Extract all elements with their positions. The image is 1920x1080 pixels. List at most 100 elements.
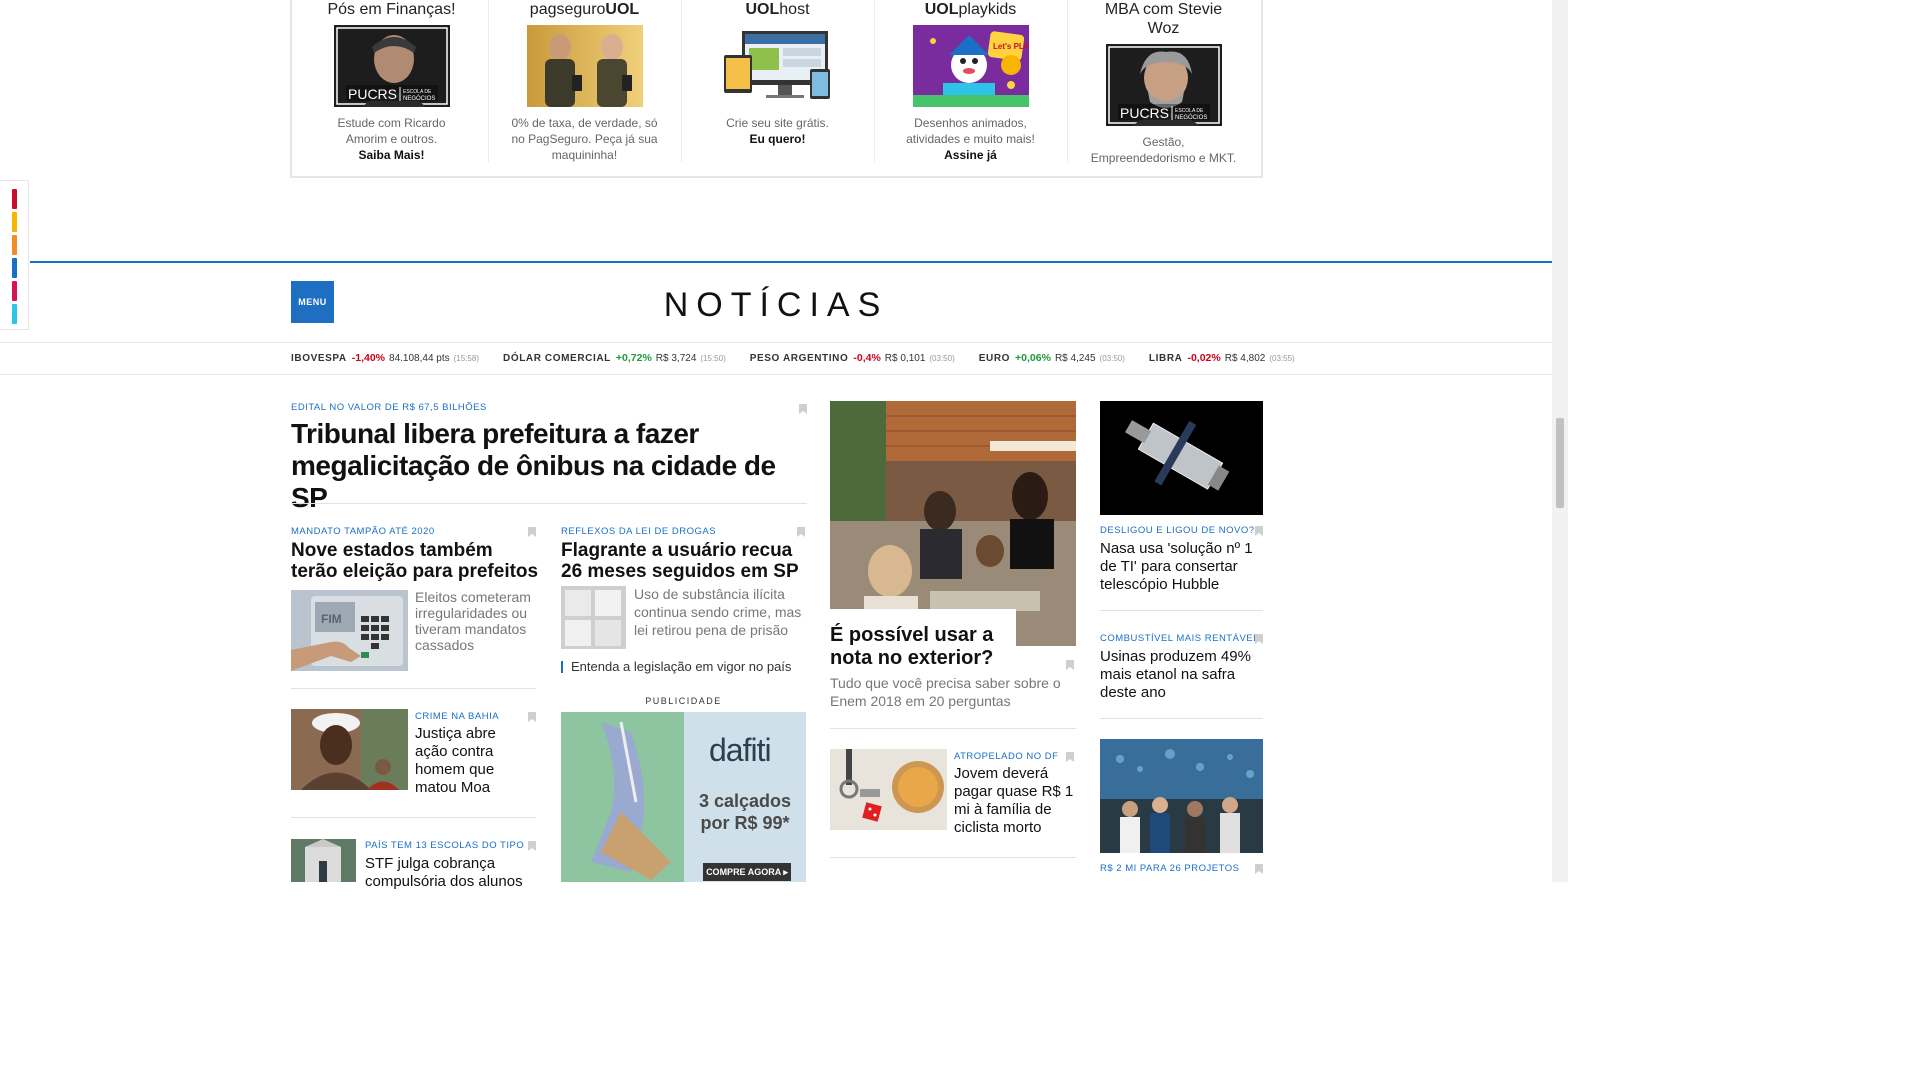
story-kicker[interactable]: PAÍS TEM 13 ESCOLAS DO TIPO bbox=[365, 840, 524, 851]
promo-title: UOLplaykids bbox=[924, 1, 1017, 18]
color-swatch[interactable] bbox=[12, 281, 17, 301]
story-summary[interactable]: Eleitos cometeram irregularidades ou tiv… bbox=[415, 589, 535, 653]
svg-text:PUCRS: PUCRS bbox=[1120, 105, 1169, 121]
promo-text: Desenhos animados, atividades e muito ma… bbox=[906, 116, 1035, 146]
color-swatch[interactable] bbox=[12, 189, 17, 209]
promo-image: PUCRS ESCOLA DE NEGÓCIOS bbox=[1105, 44, 1222, 126]
story-image[interactable]: FIM bbox=[291, 590, 408, 671]
divider bbox=[830, 857, 1076, 858]
ticker-item[interactable]: EURO +0,06% R$ 4,245 (03:50) bbox=[979, 352, 1125, 368]
story-image[interactable] bbox=[1100, 401, 1263, 515]
story-headline[interactable]: Nove estados também terão eleição para p… bbox=[291, 540, 541, 582]
color-swatch[interactable] bbox=[12, 212, 17, 232]
bookmark-icon[interactable] bbox=[528, 527, 536, 537]
bookmark-icon[interactable] bbox=[799, 404, 807, 414]
divider bbox=[1100, 718, 1263, 719]
main-headline[interactable]: Tribunal libera prefeitura a fazer megal… bbox=[291, 418, 816, 514]
bookmark-icon[interactable] bbox=[1255, 526, 1263, 536]
ticker-item[interactable]: IBOVESPA -1,40% 84.108,44 pts (15:58) bbox=[291, 352, 479, 368]
section-title[interactable]: NOTÍCIAS bbox=[600, 286, 952, 325]
promo-mba[interactable]: MBA com Stevie Woz PUCRS ESCOLA DE NEGÓC… bbox=[1067, 0, 1260, 165]
ticker-time: (03:55) bbox=[1269, 354, 1295, 363]
svg-text:NEGÓCIOS: NEGÓCIOS bbox=[1175, 114, 1207, 121]
promo-playkids[interactable]: UOLplaykids Let's PLAY Desenhos animados… bbox=[874, 0, 1067, 165]
promo-pagseguro[interactable]: pagseguroUOL 0% de taxa, de verdade, só … bbox=[488, 0, 681, 165]
related-marker bbox=[561, 661, 563, 673]
bookmark-icon[interactable] bbox=[1066, 660, 1074, 670]
story-summary[interactable]: Uso de substância ilícita continua sendo… bbox=[634, 585, 806, 639]
menu-button[interactable]: MENU bbox=[291, 281, 334, 323]
story-headline[interactable]: Usinas produzem 49% mais etanol na safra… bbox=[1100, 648, 1260, 702]
story-kicker[interactable]: EDITAL NO VALOR DE R$ 67,5 BILHÕES bbox=[291, 402, 487, 413]
promo-uolhost[interactable]: UOLhost Crie seu site grátis. Eu quero! bbox=[681, 0, 874, 165]
promo-title: Pós em Finanças! bbox=[327, 1, 456, 18]
divider bbox=[0, 342, 1552, 343]
story-image[interactable] bbox=[291, 839, 356, 882]
ticker-item[interactable]: DÓLAR COMERCIAL +0,72% R$ 3,724 (15:50) bbox=[503, 352, 726, 368]
bookmark-icon[interactable] bbox=[797, 527, 805, 537]
page-scrollbar[interactable] bbox=[1552, 0, 1568, 882]
ticker-name: DÓLAR COMERCIAL bbox=[503, 353, 611, 364]
bookmark-icon[interactable] bbox=[528, 712, 536, 722]
promo-image: PUCRS ESCOLA DE NEGÓCIOS bbox=[333, 25, 450, 107]
ad-cta-button[interactable]: COMPRE AGORA ▸ bbox=[703, 863, 791, 881]
story-kicker[interactable]: REFLEXOS DA LEI DE DROGAS bbox=[561, 526, 716, 537]
ticker-item[interactable]: PESO ARGENTINO -0,4% R$ 0,101 (03:50) bbox=[750, 352, 955, 368]
related-link[interactable]: Entenda a legislação em vigor no país bbox=[571, 659, 791, 674]
feature-summary[interactable]: Tudo que você precisa saber sobre o Enem… bbox=[830, 674, 1070, 710]
promo-cta[interactable]: Eu quero! bbox=[681, 131, 874, 147]
story-image[interactable] bbox=[561, 586, 626, 649]
story-headline[interactable]: Flagrante a usuário recua 26 meses segui… bbox=[561, 540, 811, 582]
ticker-time: (03:50) bbox=[929, 354, 955, 363]
bookmark-icon[interactable] bbox=[1255, 864, 1263, 874]
story-headline[interactable]: Jovem deverá pagar quase R$ 1 mi à famíl… bbox=[954, 765, 1074, 837]
divider bbox=[291, 688, 536, 689]
ticker-name: PESO ARGENTINO bbox=[749, 353, 849, 364]
story-image[interactable] bbox=[1100, 739, 1263, 853]
color-nav-bar bbox=[0, 180, 29, 330]
scrollbar-thumb[interactable] bbox=[1556, 418, 1564, 508]
color-swatch[interactable] bbox=[12, 235, 17, 255]
bookmark-icon[interactable] bbox=[528, 841, 536, 851]
section-divider bbox=[30, 261, 1552, 263]
ad-brand: dafiti bbox=[709, 732, 772, 768]
ticker-item[interactable]: LIBRA -0,02% R$ 4,802 (03:55) bbox=[1149, 352, 1295, 368]
feature-headline[interactable]: É possível usar a nota no exterior? bbox=[830, 624, 1010, 670]
color-swatch[interactable] bbox=[12, 304, 17, 324]
divider bbox=[1100, 610, 1263, 611]
ad-label: PUBLICIDADE bbox=[645, 696, 722, 706]
color-swatch[interactable] bbox=[12, 258, 17, 278]
ticker-value: R$ 4,802 bbox=[1224, 353, 1266, 364]
promo-pos-financas[interactable]: Pós em Finanças! PUCRS ESCOLA DE NEGÓCIO… bbox=[295, 0, 488, 165]
promo-title: MBA com Stevie Woz bbox=[1104, 1, 1223, 37]
story-image[interactable] bbox=[291, 709, 408, 790]
promo-cta[interactable]: Assine já bbox=[874, 147, 1067, 163]
promo-title: UOLhost bbox=[745, 1, 810, 18]
story-kicker[interactable]: MANDATO TAMPÃO ATÉ 2020 bbox=[291, 526, 435, 537]
promo-text: 0% de taxa, de verdade, só no PagSeguro.… bbox=[511, 116, 658, 162]
story-kicker[interactable]: ATROPELADO NO DF bbox=[954, 751, 1058, 762]
ticker-time: (15:58) bbox=[453, 354, 479, 363]
ticker-change: -0,4% bbox=[853, 352, 881, 364]
story-headline[interactable]: Nasa usa 'solução nº 1 de TI' para conse… bbox=[1100, 540, 1260, 594]
story-kicker[interactable]: DESLIGOU E LIGOU DE NOVO? bbox=[1100, 525, 1255, 536]
story-headline[interactable]: STF julga cobrança compulsória dos aluno… bbox=[365, 855, 535, 891]
promo-image bbox=[719, 25, 836, 107]
dafiti-ad[interactable]: dafiti 3 calçados por R$ 99* COMPRE AGOR… bbox=[561, 712, 806, 882]
svg-text:ESCOLA DE: ESCOLA DE bbox=[1175, 108, 1204, 114]
story-headline[interactable]: Justiça abre ação contra homem que matou… bbox=[415, 725, 525, 797]
story-kicker[interactable]: R$ 2 MI PARA 26 PROJETOS bbox=[1100, 863, 1239, 874]
story-kicker[interactable]: CRIME NA BAHIA bbox=[415, 711, 499, 722]
promo-title: pagseguroUOL bbox=[529, 1, 640, 18]
story-kicker[interactable]: COMBUSTÍVEL MAIS RENTÁVEL bbox=[1100, 633, 1259, 644]
ticker-value: 84.108,44 pts bbox=[389, 353, 450, 364]
ticker-value: R$ 3,724 bbox=[655, 353, 697, 364]
ticker-change: +0,72% bbox=[615, 352, 652, 364]
ticker-name: EURO bbox=[978, 353, 1011, 364]
svg-text:NEGÓCIOS: NEGÓCIOS bbox=[403, 95, 435, 102]
promo-cta[interactable]: Saiba Mais! bbox=[295, 147, 488, 163]
bookmark-icon[interactable] bbox=[1066, 752, 1074, 762]
bookmark-icon[interactable] bbox=[1255, 634, 1263, 644]
story-image[interactable] bbox=[830, 749, 947, 830]
ticker-time: (03:50) bbox=[1099, 354, 1125, 363]
